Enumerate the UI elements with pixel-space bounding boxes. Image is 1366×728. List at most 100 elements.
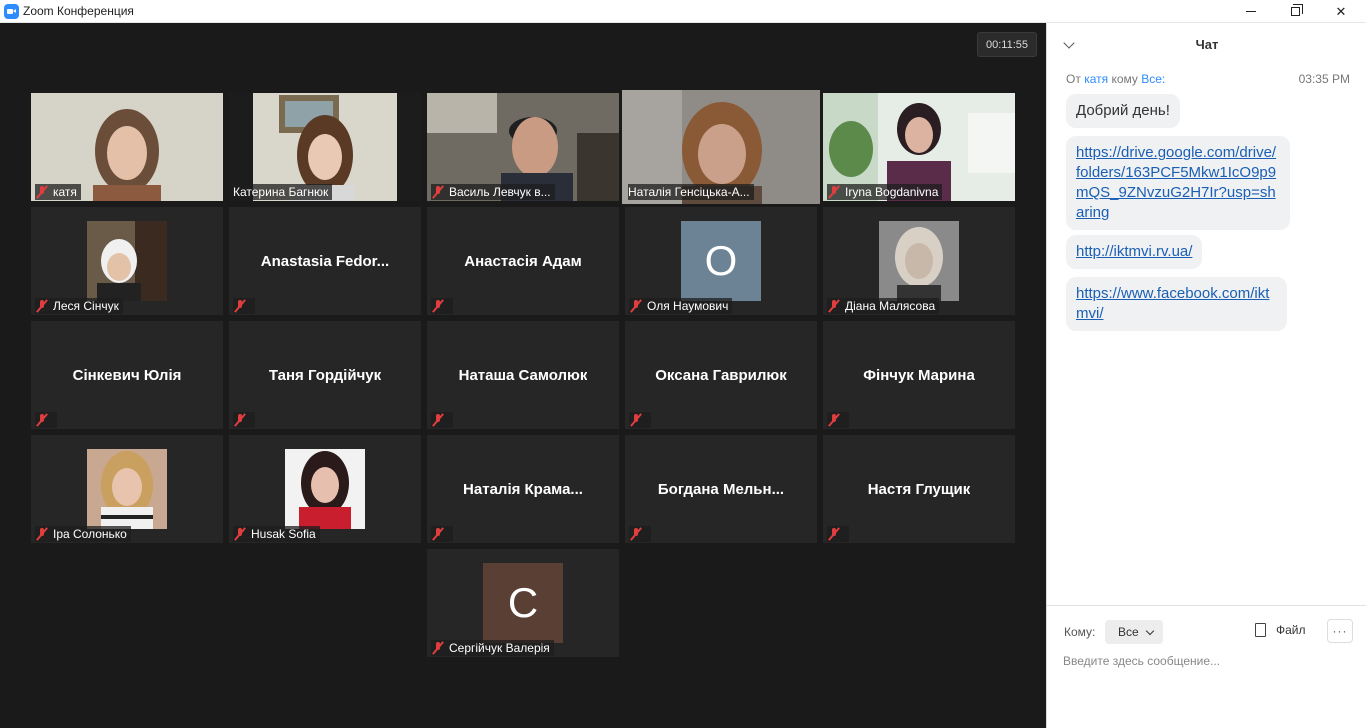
message-text: Добрий день!: [1076, 102, 1170, 119]
mic-muted-icon: [35, 413, 49, 427]
participant-display-name: Anastasia Fedor...: [260, 252, 390, 270]
participant-display-name: Богдана Мельн...: [657, 480, 785, 498]
file-button[interactable]: Файл: [1255, 623, 1306, 637]
mic-muted-icon: [431, 299, 445, 313]
mic-muted-icon: [827, 527, 841, 541]
restore-icon: [1290, 4, 1303, 16]
profile-photo: [285, 449, 365, 529]
participant-tile[interactable]: Настя Глущик: [823, 435, 1015, 543]
participant-tile[interactable]: Iryna Bogdanivna: [823, 93, 1015, 201]
participant-name: Леся Сінчук: [53, 299, 119, 313]
participant-tile[interactable]: C Сергійчук Валерія: [427, 549, 619, 657]
chat-panel: Чат От катя кому Все: 03:35 PM Добрий де…: [1046, 23, 1366, 728]
participant-label: [233, 412, 255, 428]
participant-name: Василь Левчук в...: [449, 185, 551, 199]
participant-label: Діана Малясова: [827, 298, 940, 314]
participant-tile[interactable]: Наталія Крама...: [427, 435, 619, 543]
participant-tile[interactable]: O Оля Наумович: [625, 207, 817, 315]
mic-muted-icon: [629, 299, 643, 313]
message-link[interactable]: https://drive.google.com/drive/folders/1…: [1076, 144, 1276, 221]
mic-muted-icon: [431, 527, 445, 541]
participant-label: Сергійчук Валерія: [431, 640, 554, 656]
chat-message: http://iktmvi.rv.ua/: [1066, 235, 1203, 269]
message-meta: От катя кому Все: 03:35 PM: [1066, 72, 1350, 86]
participant-label: [431, 412, 453, 428]
participant-label: [431, 298, 453, 314]
participant-label: Iryna Bogdanivna: [827, 184, 943, 200]
participant-label: Василь Левчук в...: [431, 184, 555, 200]
close-button[interactable]: ✕: [1318, 0, 1364, 23]
recipient-value: Все: [1118, 625, 1139, 639]
mic-muted-icon: [431, 185, 445, 199]
message-link[interactable]: http://iktmvi.rv.ua/: [1076, 243, 1192, 260]
zoom-logo-icon: [4, 4, 19, 19]
recipient-label: Кому:: [1064, 625, 1096, 639]
participant-tile[interactable]: катя: [31, 93, 223, 201]
participant-display-name: Фінчук Марина: [863, 366, 975, 384]
chat-message: Добрий день!: [1066, 94, 1180, 128]
mic-muted-icon: [233, 413, 247, 427]
participant-tile[interactable]: Таня Гордійчук: [229, 321, 421, 429]
message-sender[interactable]: катя: [1084, 72, 1108, 86]
participant-label: [827, 412, 849, 428]
participant-label: Husak Sofia: [233, 526, 320, 542]
participant-name: Катерина Багнюк: [233, 185, 329, 199]
message-time: 03:35 PM: [1298, 72, 1350, 86]
more-options-button[interactable]: ···: [1327, 619, 1353, 643]
participant-tile[interactable]: Діана Малясова: [823, 207, 1015, 315]
participant-display-name: Наташа Самолюк: [458, 366, 588, 384]
recipient-select[interactable]: Все: [1105, 620, 1163, 644]
participant-tile[interactable]: Фінчук Марина: [823, 321, 1015, 429]
participant-name: Оля Наумович: [647, 299, 729, 313]
participant-label: [233, 298, 255, 314]
chat-message: https://www.facebook.com/iktmvi/: [1066, 277, 1287, 331]
participant-tile[interactable]: Леся Сінчук: [31, 207, 223, 315]
chat-title: Чат: [1195, 37, 1219, 52]
participant-name: катя: [53, 185, 77, 199]
participant-name: Iryna Bogdanivna: [845, 185, 939, 199]
participant-tile[interactable]: Husak Sofia: [229, 435, 421, 543]
participant-tile[interactable]: Сінкевич Юлія: [31, 321, 223, 429]
minimize-button[interactable]: [1228, 0, 1274, 23]
participant-tile[interactable]: Катерина Багнюк: [229, 93, 421, 201]
participant-tile[interactable]: Anastasia Fedor...: [229, 207, 421, 315]
participant-tile[interactable]: Наташа Самолюк: [427, 321, 619, 429]
message-input[interactable]: [1063, 651, 1353, 671]
participant-name: Наталія Генсіцька-А...: [628, 185, 750, 199]
participant-label: Іра Солонько: [35, 526, 131, 542]
participant-name: Husak Sofia: [251, 527, 316, 541]
file-label: Файл: [1276, 623, 1306, 637]
participant-tile[interactable]: Іра Солонько: [31, 435, 223, 543]
mic-muted-icon: [827, 185, 841, 199]
participant-name: Сергійчук Валерія: [449, 641, 550, 655]
mic-muted-icon: [233, 527, 247, 541]
from-label: От: [1066, 72, 1081, 86]
mic-muted-icon: [629, 527, 643, 541]
mic-muted-icon: [233, 299, 247, 313]
chat-message: https://drive.google.com/drive/folders/1…: [1066, 136, 1290, 230]
title-bar: Zoom Конференция ✕: [0, 0, 1366, 23]
participant-label: [629, 412, 651, 428]
participant-tile-active-speaker[interactable]: Наталія Генсіцька-А...: [622, 90, 820, 204]
participant-label: Оля Наумович: [629, 298, 733, 314]
participant-tile[interactable]: Оксана Гаврилюк: [625, 321, 817, 429]
participant-label: Леся Сінчук: [35, 298, 123, 314]
mic-muted-icon: [431, 641, 445, 655]
participant-tile[interactable]: Василь Левчук в...: [427, 93, 619, 201]
mic-muted-icon: [629, 413, 643, 427]
participant-name: Іра Солонько: [53, 527, 127, 541]
participant-tile[interactable]: Богдана Мельн...: [625, 435, 817, 543]
file-icon: [1255, 623, 1266, 637]
mic-muted-icon: [827, 413, 841, 427]
mic-muted-icon: [35, 185, 49, 199]
minimize-icon: [1246, 11, 1256, 12]
letter-avatar: O: [681, 221, 761, 301]
participant-label: [827, 526, 849, 542]
message-link[interactable]: https://www.facebook.com/iktmvi/: [1076, 285, 1269, 322]
video-gallery: 00:11:55 катя Катерина Багнюк Василь Лев…: [0, 23, 1046, 728]
participant-tile[interactable]: Анастасія Адам: [427, 207, 619, 315]
participant-display-name: Анастасія Адам: [464, 252, 582, 270]
participant-display-name: Оксана Гаврилюк: [655, 366, 787, 384]
restore-button[interactable]: [1272, 0, 1318, 23]
chat-header: Чат: [1047, 23, 1366, 67]
